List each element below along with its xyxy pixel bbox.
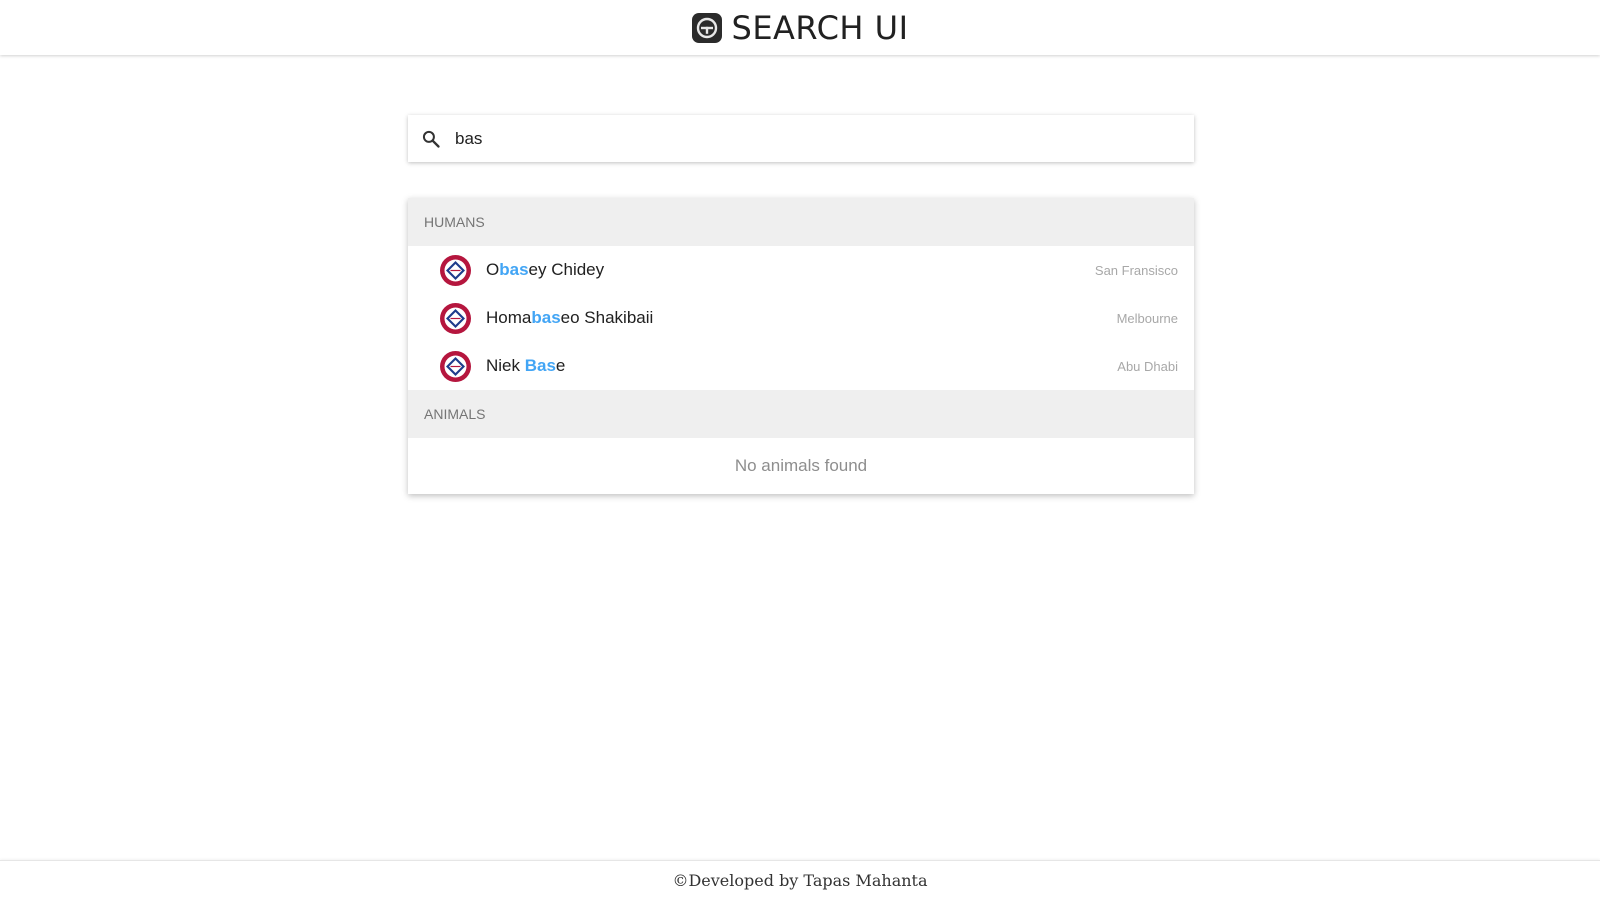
result-row[interactable]: Homabaseo Shakibaii Melbourne <box>408 294 1194 342</box>
search-icon <box>421 129 441 149</box>
search-bar[interactable] <box>408 115 1194 162</box>
app-logo[interactable]: SEARCH UI <box>691 8 909 47</box>
diamond-badge-icon <box>440 350 471 382</box>
result-city: Melbourne <box>1116 310 1178 326</box>
result-row[interactable]: Niek Base Abu Dhabi <box>408 342 1194 390</box>
diamond-badge-icon <box>440 254 471 286</box>
result-city: Abu Dhabi <box>1117 358 1178 374</box>
footer-credit: ©Developed by Tapas Mahanta <box>0 860 1600 900</box>
app-title: SEARCH UI <box>731 8 909 47</box>
section-header-humans: HUMANS <box>408 198 1194 246</box>
diamond-badge-icon <box>440 302 471 334</box>
empty-results-message: No animals found <box>734 456 868 475</box>
result-name: Niek Base <box>486 356 566 375</box>
match-highlight: Bas <box>524 356 556 375</box>
match-highlight: bas <box>499 260 529 279</box>
app-header: SEARCH UI <box>0 0 1600 55</box>
search-results-panel: HUMANS Obasey Chidey San Fransisco Homab… <box>408 198 1194 494</box>
result-row[interactable]: Obasey Chidey San Fransisco <box>408 246 1194 294</box>
result-name: Obasey Chidey <box>486 260 605 279</box>
search-input[interactable] <box>455 115 1194 162</box>
result-name: Homabaseo Shakibaii <box>486 308 654 327</box>
section-header-animals: ANIMALS <box>408 390 1194 438</box>
match-highlight: bas <box>531 308 561 327</box>
result-city: San Fransisco <box>1094 262 1178 278</box>
letter-e-logo-icon <box>691 12 722 43</box>
